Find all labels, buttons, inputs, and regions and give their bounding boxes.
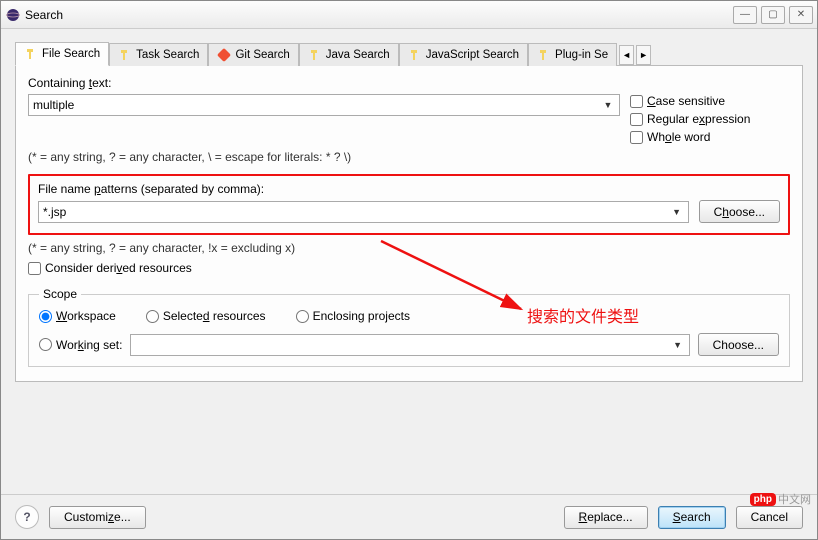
- window-title: Search: [25, 8, 63, 22]
- containing-text-field[interactable]: ▼: [28, 94, 620, 116]
- search-dialog: Search — ▢ ✕ File Search Task Search Git…: [0, 0, 818, 540]
- dialog-footer: ? Customize... Replace... Search Cancel: [1, 494, 817, 539]
- flashlight-icon: [537, 48, 551, 62]
- options-column: Case sensitive Regular expression Whole …: [630, 94, 790, 144]
- help-icon[interactable]: ?: [15, 505, 39, 529]
- whole-word-checkbox[interactable]: Whole word: [630, 130, 790, 144]
- window-controls: — ▢ ✕: [733, 6, 813, 24]
- tab-task-search[interactable]: Task Search: [109, 43, 208, 66]
- dropdown-icon[interactable]: ▼: [671, 340, 685, 350]
- file-pattern-highlight: File name patterns (separated by comma):…: [28, 174, 790, 235]
- dropdown-icon[interactable]: ▼: [670, 207, 684, 217]
- file-patterns-input[interactable]: [43, 205, 670, 219]
- tab-label: Plug-in Se: [555, 49, 608, 61]
- scope-group: Scope Workspace Selected resources Enclo…: [28, 287, 790, 367]
- tab-scroll-right[interactable]: ►: [636, 45, 651, 65]
- maximize-button[interactable]: ▢: [761, 6, 785, 24]
- minimize-button[interactable]: —: [733, 6, 757, 24]
- tab-label: Git Search: [235, 49, 289, 61]
- git-icon: [217, 48, 231, 62]
- flashlight-icon: [308, 48, 322, 62]
- scope-enclosing-radio[interactable]: Enclosing projects: [296, 309, 410, 323]
- patterns-hint: (* = any string, ? = any character, !x =…: [28, 241, 790, 255]
- dropdown-icon[interactable]: ▼: [601, 100, 615, 110]
- tab-bar: File Search Task Search Git Search Java …: [15, 41, 803, 66]
- titlebar: Search — ▢ ✕: [1, 1, 817, 29]
- replace-button[interactable]: Replace...: [564, 506, 648, 529]
- scope-workspace-radio[interactable]: Workspace: [39, 309, 116, 323]
- tab-label: File Search: [42, 48, 100, 60]
- badge-text: 中文网: [778, 491, 811, 507]
- choose-working-set-button[interactable]: Choose...: [698, 333, 779, 356]
- watermark: php 中文网: [750, 491, 811, 507]
- file-patterns-field[interactable]: ▼: [38, 201, 689, 223]
- customize-button[interactable]: Customize...: [49, 506, 146, 529]
- regex-checkbox[interactable]: Regular expression: [630, 112, 790, 126]
- file-patterns-label: File name patterns (separated by comma):: [38, 182, 780, 196]
- containing-hint: (* = any string, ? = any character, \ = …: [28, 150, 790, 164]
- containing-text-label: Containing text:: [28, 76, 790, 90]
- working-set-field[interactable]: ▼: [130, 334, 689, 356]
- tab-java-search[interactable]: Java Search: [299, 43, 399, 66]
- tab-label: JavaScript Search: [426, 49, 519, 61]
- scope-working-set-radio[interactable]: Working set:: [39, 338, 122, 352]
- flashlight-icon: [118, 48, 132, 62]
- dialog-content: File Search Task Search Git Search Java …: [1, 29, 817, 394]
- search-panel: Containing text: ▼ Case sensitive Regula…: [15, 66, 803, 382]
- cancel-button[interactable]: Cancel: [736, 506, 803, 529]
- tab-label: Task Search: [136, 49, 199, 61]
- tab-scroll-left[interactable]: ◄: [619, 45, 634, 65]
- scope-selected-radio[interactable]: Selected resources: [146, 309, 266, 323]
- flashlight-icon: [408, 48, 422, 62]
- search-button[interactable]: Search: [658, 506, 726, 529]
- case-sensitive-checkbox[interactable]: Case sensitive: [630, 94, 790, 108]
- tab-plugin-search[interactable]: Plug-in Se: [528, 43, 617, 66]
- tab-git-search[interactable]: Git Search: [208, 43, 298, 66]
- tab-file-search[interactable]: File Search: [15, 42, 109, 66]
- choose-patterns-button[interactable]: Choose...: [699, 200, 780, 223]
- flashlight-icon: [24, 47, 38, 61]
- containing-text-input[interactable]: [33, 98, 601, 112]
- tab-javascript-search[interactable]: JavaScript Search: [399, 43, 528, 66]
- php-badge: php: [750, 493, 776, 506]
- derived-checkbox[interactable]: Consider derived resources: [28, 261, 790, 275]
- eclipse-icon: [5, 7, 21, 23]
- tab-label: Java Search: [326, 49, 390, 61]
- close-button[interactable]: ✕: [789, 6, 813, 24]
- scope-legend: Scope: [39, 287, 81, 301]
